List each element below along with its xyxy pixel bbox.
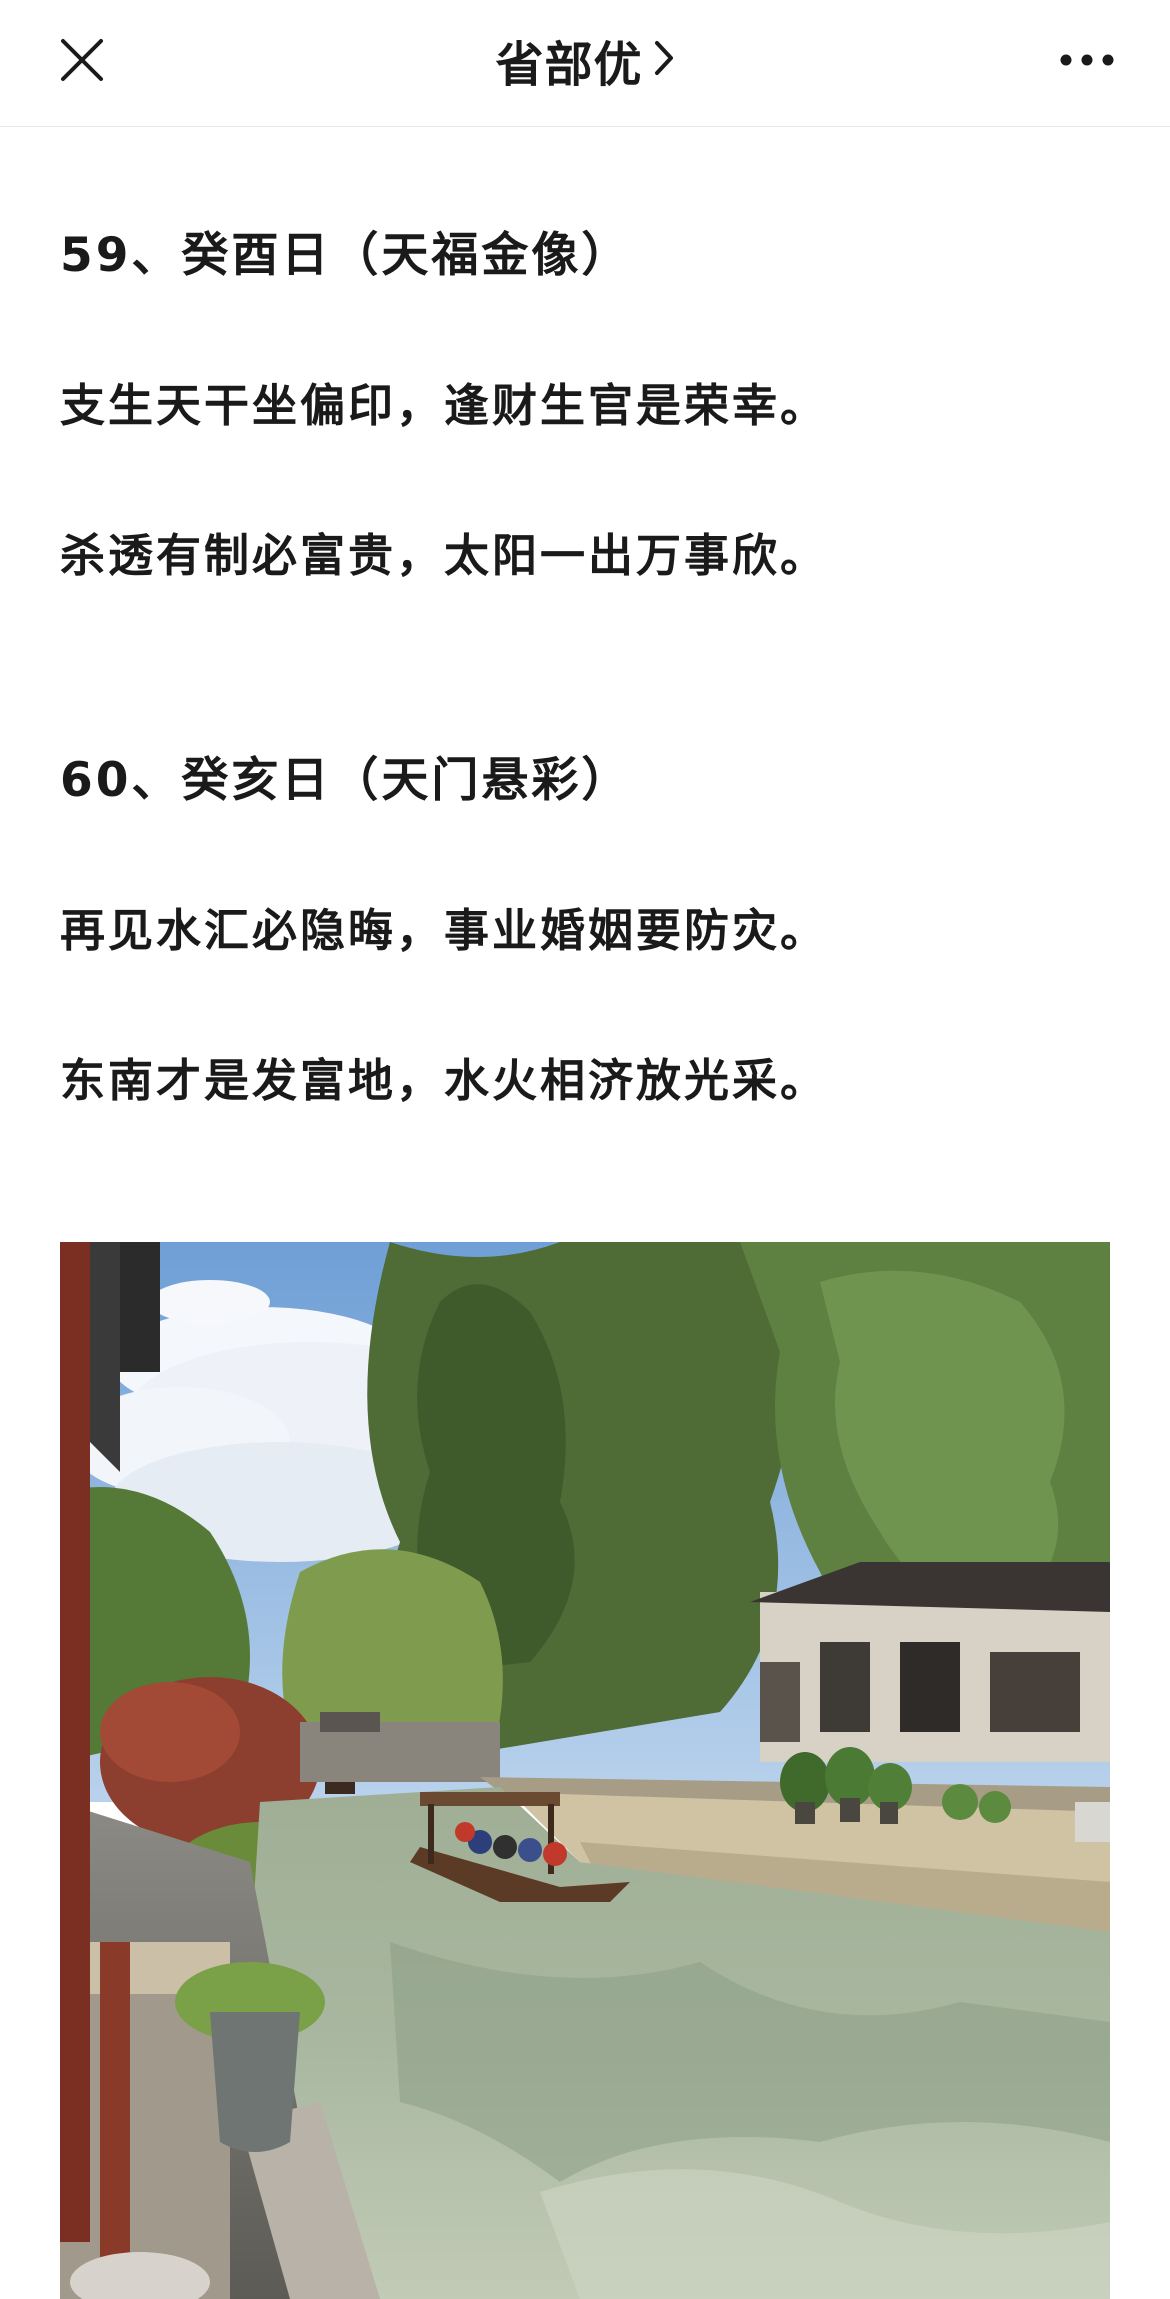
account-name-link[interactable]: 省部优: [0, 28, 1170, 93]
section-heading-59: 59、癸酉日（天福金像）: [60, 228, 632, 283]
verse-line: 杀透有制必富贵，太阳一出万事欣。: [60, 529, 829, 582]
more-dots-icon[interactable]: [1052, 30, 1122, 90]
top-navbar: 省部优: [0, 0, 1170, 127]
section-heading-60: 60、癸亥日（天门悬彩）: [60, 753, 632, 808]
verse-line: 再见水汇必隐晦，事业婚姻要防灾。: [60, 904, 829, 957]
account-name: 省部优: [495, 37, 643, 93]
canal-town-photo[interactable]: [60, 1242, 1110, 2299]
verse-line: 东南才是发富地，水火相济放光采。: [60, 1054, 829, 1107]
chevron-right-icon: [653, 39, 675, 81]
verse-line: 支生天干坐偏印，逢财生官是荣幸。: [60, 379, 829, 432]
